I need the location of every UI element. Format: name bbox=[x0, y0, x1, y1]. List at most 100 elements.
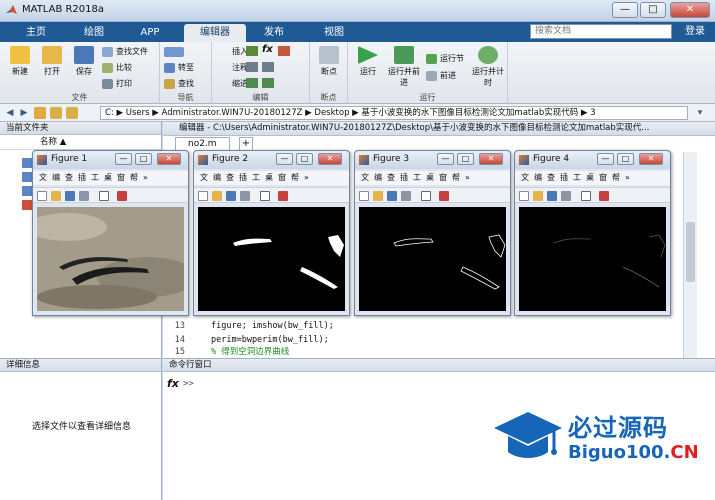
menu-desktop[interactable]: 桌 bbox=[426, 173, 434, 182]
print-icon[interactable] bbox=[401, 191, 411, 201]
menu-more[interactable]: » bbox=[625, 173, 630, 182]
back-arrow-icon[interactable]: ◀ bbox=[4, 107, 16, 119]
menu-desktop[interactable]: 桌 bbox=[104, 173, 112, 182]
menu-insert[interactable]: 插 bbox=[400, 173, 408, 182]
compare-button[interactable]: 比较 bbox=[102, 61, 132, 75]
open-icon[interactable] bbox=[373, 191, 383, 201]
comment-button[interactable]: 注释 bbox=[218, 61, 248, 75]
fx-prompt-icon[interactable]: fx bbox=[167, 377, 179, 390]
new-figure-icon[interactable] bbox=[519, 191, 529, 201]
menu-file[interactable]: 文 bbox=[521, 173, 529, 182]
menu-insert[interactable]: 插 bbox=[239, 173, 247, 182]
figure-window-2[interactable]: Figure 2 — □ ✕ 文编查插工桌窗帮» bbox=[193, 150, 350, 316]
new-figure-icon[interactable] bbox=[37, 191, 47, 201]
menu-tools[interactable]: 工 bbox=[91, 173, 99, 182]
open-icon[interactable] bbox=[212, 191, 222, 201]
new-figure-icon[interactable] bbox=[359, 191, 369, 201]
print-icon[interactable] bbox=[240, 191, 250, 201]
code-line[interactable]: 14 perim=bwperim(bw_fill); bbox=[163, 334, 329, 346]
menu-window[interactable]: 窗 bbox=[278, 173, 286, 182]
menu-help[interactable]: 帮 bbox=[612, 173, 620, 182]
indent-button[interactable]: 缩进 bbox=[218, 77, 248, 91]
tab-no2-m[interactable]: no2.m bbox=[175, 137, 230, 151]
file-icon[interactable] bbox=[22, 200, 32, 210]
menu-insert[interactable]: 插 bbox=[78, 173, 86, 182]
save-icon[interactable] bbox=[226, 191, 236, 201]
pointer-icon[interactable] bbox=[421, 191, 431, 201]
menu-window[interactable]: 窗 bbox=[599, 173, 607, 182]
figure-maximize-button[interactable]: □ bbox=[617, 153, 634, 165]
editor-scrollbar[interactable] bbox=[683, 152, 697, 358]
save-icon[interactable] bbox=[65, 191, 75, 201]
menu-edit[interactable]: 编 bbox=[213, 173, 221, 182]
save-button[interactable]: 保存 bbox=[68, 44, 100, 90]
new-button[interactable]: 新建 bbox=[4, 44, 36, 90]
code-line[interactable]: 13 figure; imshow(bw_fill); bbox=[163, 320, 334, 332]
print-button[interactable]: 打印 bbox=[102, 77, 132, 91]
figure-maximize-button[interactable]: □ bbox=[296, 153, 313, 165]
tab-plots[interactable]: 绘图 bbox=[66, 24, 122, 42]
run-advance-button[interactable]: 运行并前进 bbox=[386, 44, 422, 90]
figure-close-button[interactable]: ✕ bbox=[479, 153, 503, 165]
path-segment[interactable]: Users bbox=[126, 108, 150, 118]
menu-edit[interactable]: 编 bbox=[534, 173, 542, 182]
scrollbar-thumb[interactable] bbox=[686, 222, 695, 282]
login-button[interactable]: 登录 bbox=[678, 24, 712, 40]
menu-tools[interactable]: 工 bbox=[573, 173, 581, 182]
tab-home[interactable]: 主页 bbox=[8, 24, 64, 42]
path-dropdown-icon[interactable]: ▾ bbox=[694, 107, 706, 119]
menu-view[interactable]: 查 bbox=[226, 173, 234, 182]
insert-menu-icon[interactable] bbox=[278, 46, 290, 56]
path-segment[interactable]: C: bbox=[105, 108, 114, 118]
forward-arrow-icon[interactable]: ▶ bbox=[18, 107, 30, 119]
figure-window-4[interactable]: Figure 4 — □ ✕ 文编查插工桌窗帮» bbox=[514, 150, 671, 316]
new-figure-icon[interactable] bbox=[198, 191, 208, 201]
menu-help[interactable]: 帮 bbox=[291, 173, 299, 182]
menu-tools[interactable]: 工 bbox=[413, 173, 421, 182]
print-icon[interactable] bbox=[79, 191, 89, 201]
menu-view[interactable]: 查 bbox=[387, 173, 395, 182]
column-header-name[interactable]: 名称 ▲ bbox=[0, 136, 161, 150]
path-segment[interactable]: 基于小波变换的水下图像目标检测论文加matlab实现代码 bbox=[361, 108, 578, 118]
uncomment-icon[interactable] bbox=[262, 62, 274, 72]
tab-editor[interactable]: 编辑器 bbox=[184, 24, 246, 42]
maximize-button[interactable]: □ bbox=[640, 2, 666, 18]
menu-desktop[interactable]: 桌 bbox=[265, 173, 273, 182]
path-segment[interactable]: 3 bbox=[590, 108, 595, 118]
search-docs-input[interactable]: 搜索文档 bbox=[530, 24, 672, 39]
menu-window[interactable]: 窗 bbox=[439, 173, 447, 182]
figure-close-button[interactable]: ✕ bbox=[318, 153, 342, 165]
goto-button[interactable]: 转至 bbox=[164, 61, 194, 75]
path-segment[interactable]: Administrator.WIN7U-20180127Z bbox=[162, 108, 303, 118]
menu-view[interactable]: 查 bbox=[547, 173, 555, 182]
find-files-button[interactable]: 查找文件 bbox=[102, 45, 148, 59]
menu-more[interactable]: » bbox=[143, 173, 148, 182]
increase-indent-icon[interactable] bbox=[262, 78, 274, 88]
path-segment[interactable]: Desktop bbox=[314, 108, 349, 118]
run-section-button[interactable]: 运行节 bbox=[426, 52, 464, 66]
tab-apps[interactable]: APP bbox=[122, 24, 178, 42]
command-prompt[interactable]: >> bbox=[183, 379, 194, 389]
menu-help[interactable]: 帮 bbox=[452, 173, 460, 182]
file-icon[interactable] bbox=[22, 158, 32, 168]
pointer-icon[interactable] bbox=[99, 191, 109, 201]
up-folder-icon[interactable] bbox=[34, 107, 46, 119]
brush-icon[interactable] bbox=[278, 191, 288, 201]
code-line[interactable]: 15% 得到空洞边界曲线 bbox=[163, 346, 290, 358]
close-button[interactable]: ✕ bbox=[670, 2, 710, 18]
add-tab-button[interactable]: + bbox=[239, 137, 253, 151]
save-icon[interactable] bbox=[387, 191, 397, 201]
figure-maximize-button[interactable]: □ bbox=[457, 153, 474, 165]
menu-tools[interactable]: 工 bbox=[252, 173, 260, 182]
tab-publish[interactable]: 发布 bbox=[246, 24, 302, 42]
path-field[interactable]: C: ▶ Users ▶ Administrator.WIN7U-2018012… bbox=[100, 106, 688, 120]
save-icon[interactable] bbox=[547, 191, 557, 201]
menu-file[interactable]: 文 bbox=[39, 173, 47, 182]
menu-desktop[interactable]: 桌 bbox=[586, 173, 594, 182]
fx-function-button[interactable]: fx bbox=[262, 44, 273, 55]
menu-insert[interactable]: 插 bbox=[560, 173, 568, 182]
insert-section-icon[interactable] bbox=[246, 46, 258, 56]
smart-indent-icon[interactable] bbox=[246, 78, 258, 88]
brush-icon[interactable] bbox=[599, 191, 609, 201]
navigate-arrows[interactable] bbox=[164, 45, 188, 59]
